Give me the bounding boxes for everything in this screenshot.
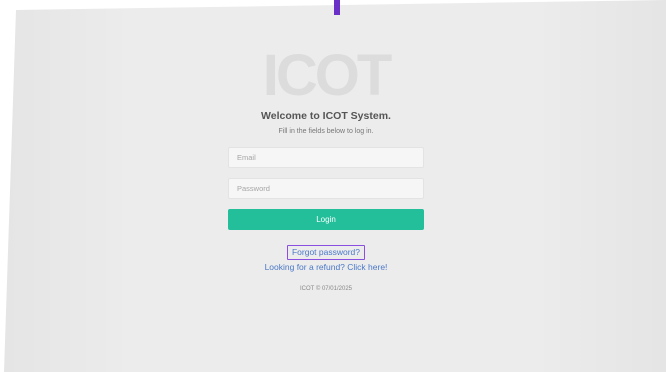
refund-link[interactable]: Looking for a refund? Click here! <box>228 262 424 272</box>
login-panel: ICOT Welcome to ICOT System. Fill in the… <box>228 44 424 292</box>
login-instructions: Fill in the fields below to log in. <box>278 128 374 135</box>
icot-logo: ICOT <box>262 43 393 108</box>
forgot-password-wrap: Forgot password? <box>228 242 424 260</box>
login-button[interactable]: Login <box>228 209 424 230</box>
footer-copyright: ICOT © 07/01/2025 <box>299 286 352 292</box>
welcome-heading: Welcome to ICOT System. <box>261 110 391 122</box>
viewport: ICOT Welcome to ICOT System. Fill in the… <box>0 0 666 372</box>
forgot-password-link[interactable]: Forgot password? <box>286 245 366 260</box>
password-field[interactable] <box>228 178 424 199</box>
top-marker <box>334 0 340 15</box>
email-field[interactable] <box>228 147 424 168</box>
